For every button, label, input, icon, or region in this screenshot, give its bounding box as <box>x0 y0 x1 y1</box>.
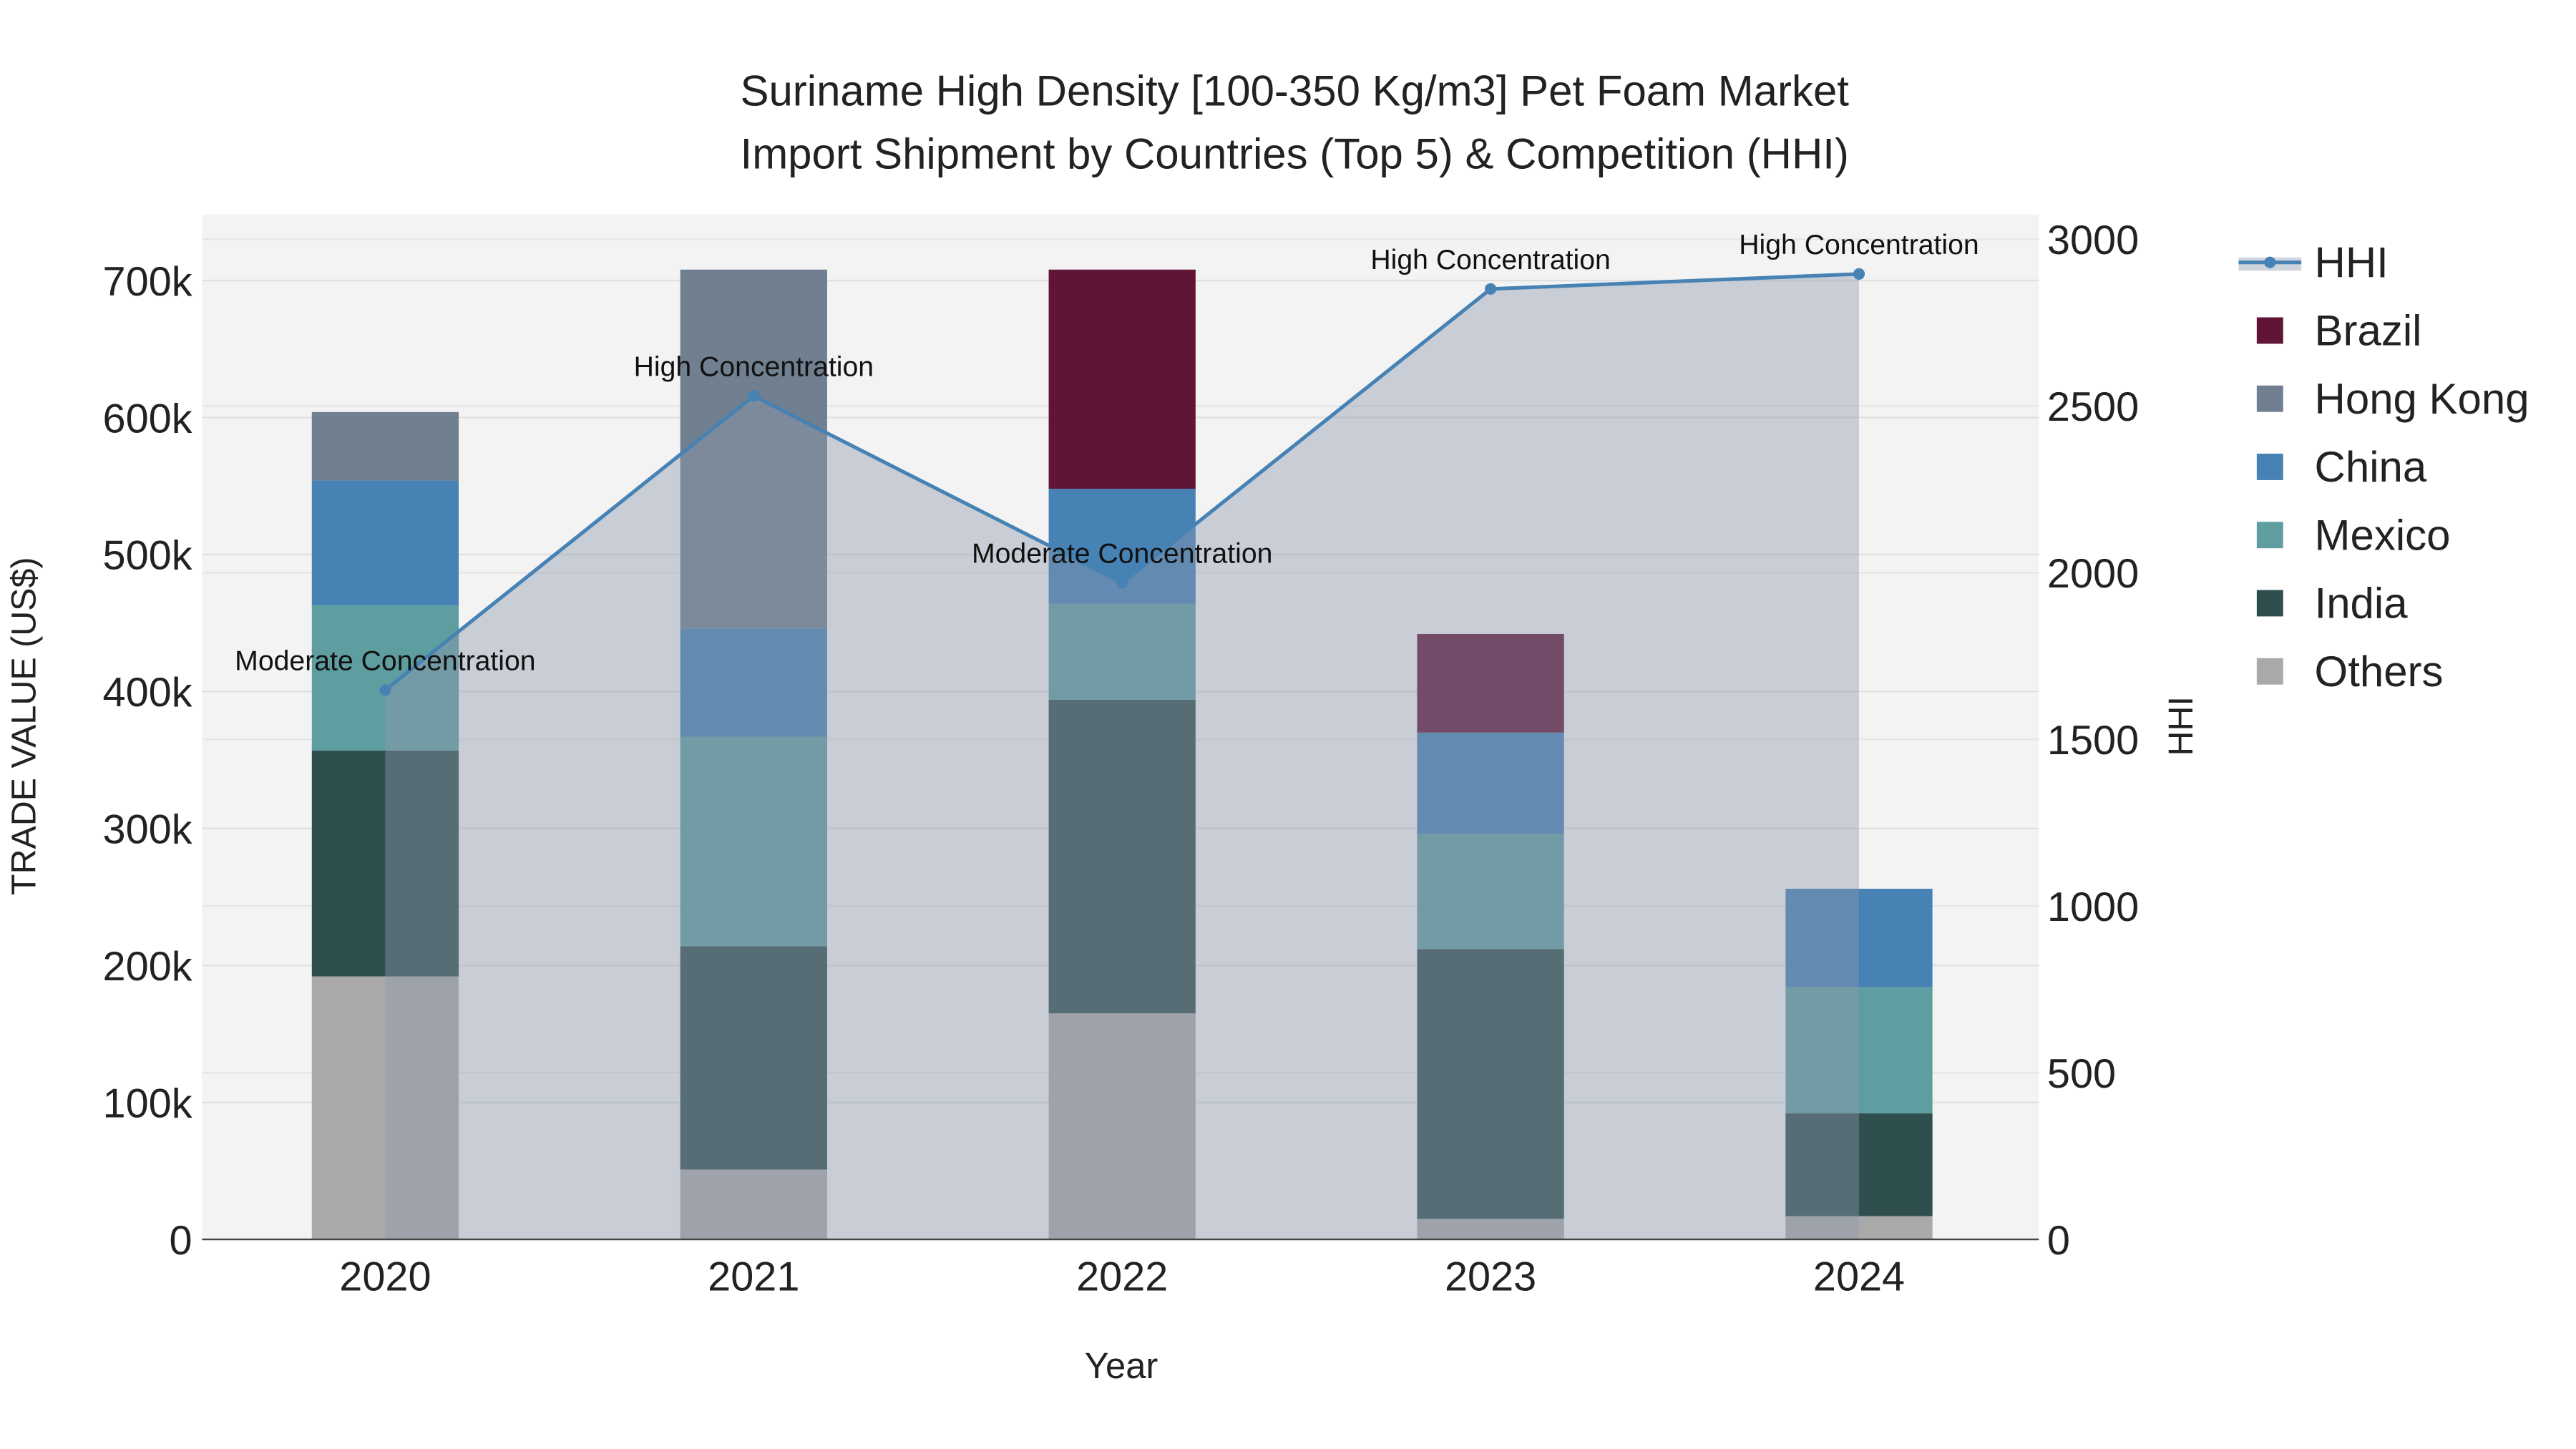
y2-tick-label: 500 <box>2047 1051 2116 1097</box>
x-tick-label: 2024 <box>1813 1254 1905 1300</box>
y-axis-label: TRADE VALUE (US$) <box>4 557 43 895</box>
x-tick-label: 2021 <box>708 1254 799 1300</box>
y-tick-label: 600k <box>103 396 192 441</box>
legend-swatch <box>2256 590 2283 617</box>
hhi-point-2022[interactable] <box>1116 577 1128 589</box>
y2-tick-label: 2500 <box>2047 384 2139 430</box>
legend-label: Mexico <box>2315 511 2451 559</box>
y-tick-label: 100k <box>103 1080 192 1126</box>
legend-label: HHI <box>2315 238 2389 286</box>
legend-swatch <box>2256 522 2283 549</box>
legend-label: Others <box>2315 648 2444 696</box>
y-tick-label: 400k <box>103 670 192 716</box>
hhi-point-2021[interactable] <box>748 390 760 402</box>
y-tick-label: 0 <box>170 1218 192 1264</box>
legend-swatch <box>2256 317 2283 344</box>
hhi-point-2024[interactable] <box>1853 268 1865 280</box>
chart-title-line-2: Import Shipment by Countries (Top 5) & C… <box>741 130 1849 177</box>
y-tick-label: 500k <box>103 533 192 579</box>
legend-swatch <box>2256 658 2283 685</box>
legend-label: Hong Kong <box>2315 375 2529 423</box>
y2-tick-label: 0 <box>2047 1218 2070 1264</box>
legend-label: India <box>2315 580 2409 628</box>
legend-label: Brazil <box>2315 307 2422 355</box>
hhi-annotation: High Concentration <box>1370 245 1610 275</box>
y2-tick-label: 2000 <box>2047 551 2139 597</box>
hhi-annotation: Moderate Concentration <box>235 646 535 677</box>
y-tick-label: 700k <box>103 259 192 305</box>
chart: Moderate Concentration High Concentration… <box>1 0 2575 1449</box>
legend-swatch <box>2256 454 2283 480</box>
hhi-point-2020[interactable] <box>379 684 391 696</box>
y-tick-label: 200k <box>103 944 192 990</box>
legend-label: China <box>2315 443 2427 491</box>
bar-china-2020[interactable] <box>311 480 459 605</box>
y2-tick-label: 3000 <box>2047 218 2139 263</box>
x-tick-label: 2023 <box>1445 1254 1536 1300</box>
legend-swatch-marker <box>2264 256 2276 268</box>
y-tick-label: 300k <box>103 807 192 853</box>
hhi-annotation: High Concentration <box>634 352 874 383</box>
hhi-annotation: High Concentration <box>1739 230 1979 260</box>
x-tick-label: 2020 <box>339 1254 431 1300</box>
y2-tick-label: 1000 <box>2047 884 2139 930</box>
bar-hong-kong-2020[interactable] <box>311 411 459 481</box>
y2-tick-label: 1500 <box>2047 718 2139 763</box>
x-axis-label: Year <box>1085 1345 1158 1386</box>
chart-title-line-1: Suriname High Density [100-350 Kg/m3] Pe… <box>740 67 1849 115</box>
x-tick-label: 2022 <box>1076 1254 1168 1300</box>
hhi-point-2023[interactable] <box>1485 283 1497 295</box>
legend-swatch <box>2256 385 2283 412</box>
y2-axis-label: HHI <box>2162 696 2200 756</box>
hhi-annotation: Moderate Concentration <box>972 539 1272 570</box>
bar-brazil-2022[interactable] <box>1048 269 1196 489</box>
